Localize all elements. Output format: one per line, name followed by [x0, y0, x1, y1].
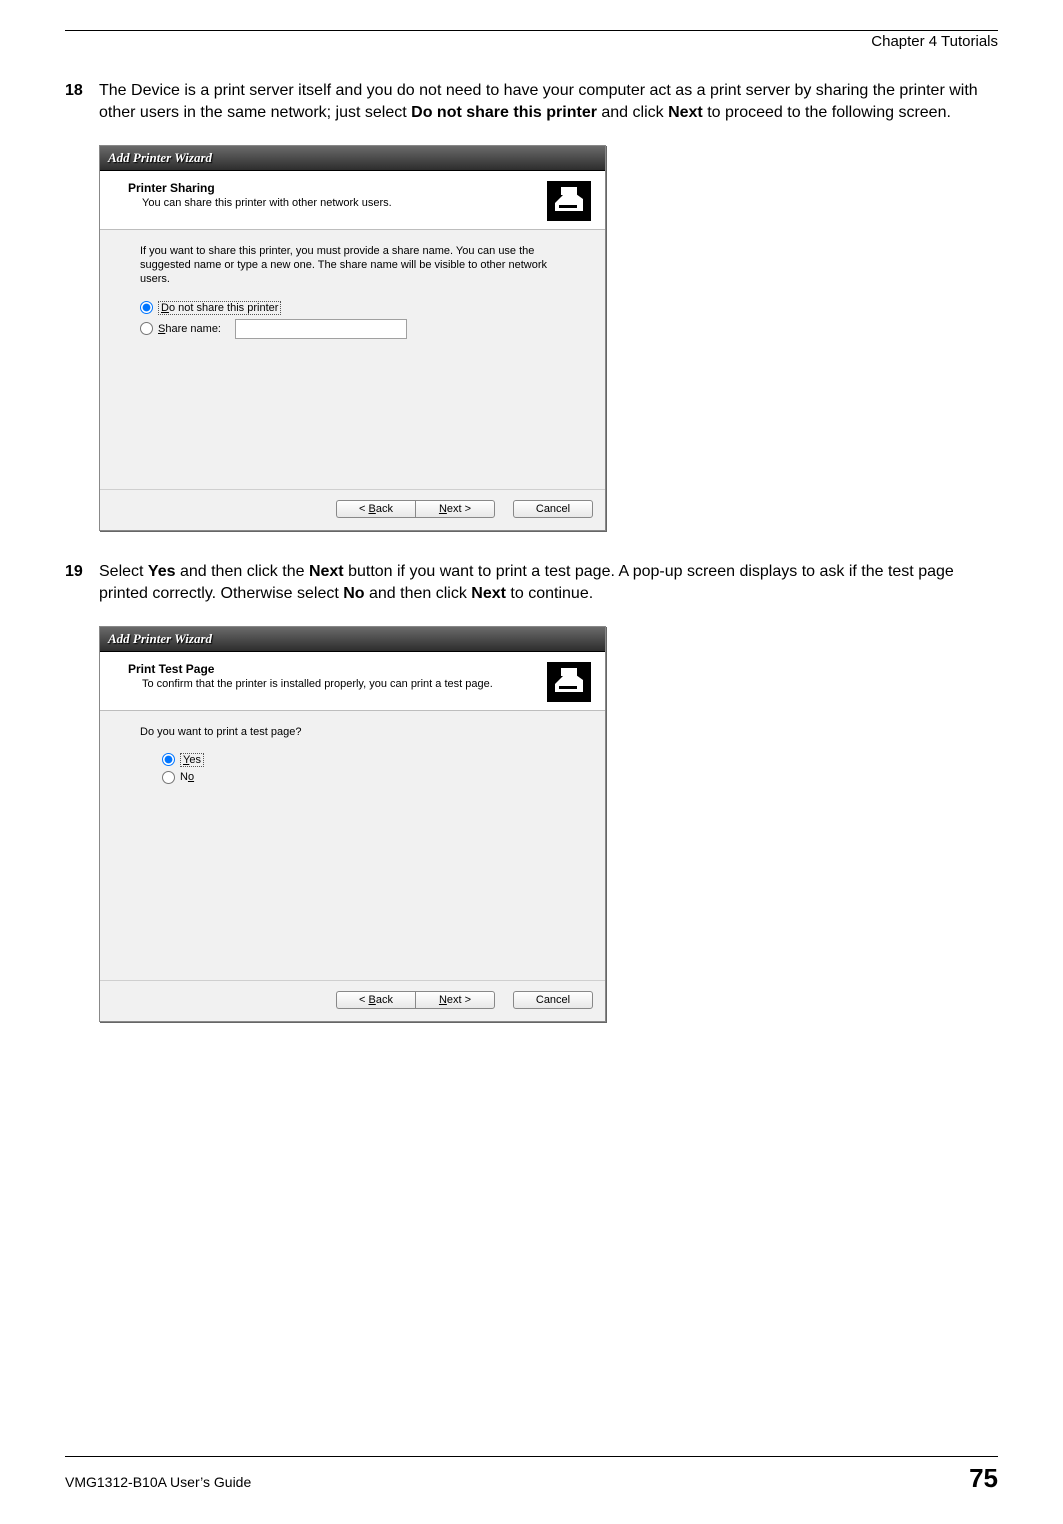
wizard2-footer: < Back Next > Cancel: [100, 980, 605, 1021]
wizard2-subheading: To confirm that the printer is installed…: [142, 678, 537, 690]
back-button[interactable]: < Back: [336, 500, 415, 518]
option-yes-label: Yes: [180, 753, 204, 767]
option-do-not-share[interactable]: Do not share this printer: [140, 301, 575, 315]
option-share-name[interactable]: Share name:: [140, 319, 575, 339]
wizard2-body: Do you want to print a test page? Yes No: [100, 711, 605, 980]
step-19: 19 Select Yes and then click the Next bu…: [65, 561, 998, 606]
step-18-text: The Device is a print server itself and …: [99, 80, 998, 125]
wizard1-subheading: You can share this printer with other ne…: [142, 197, 537, 209]
back-button[interactable]: < Back: [336, 991, 415, 1009]
radio-share-name[interactable]: [140, 322, 153, 335]
page-number: 75: [969, 1463, 998, 1494]
footer-rule: [65, 1456, 998, 1457]
step18-post: to proceed to the following screen.: [703, 104, 951, 121]
wizard-print-test-page: Add Printer Wizard Print Test Page To co…: [99, 626, 606, 1022]
printer-icon: [547, 662, 591, 702]
printer-icon: [547, 181, 591, 221]
step-18: 18 The Device is a print server itself a…: [65, 80, 998, 125]
wizard2-heading: Print Test Page: [128, 662, 537, 676]
step-19-number: 19: [65, 561, 99, 606]
step18-bold2: Next: [668, 104, 703, 121]
next-button[interactable]: Next >: [415, 500, 495, 518]
step-19-text: Select Yes and then click the Next butto…: [99, 561, 998, 606]
chapter-label: Chapter 4 Tutorials: [65, 33, 998, 50]
wizard2-header: Print Test Page To confirm that the prin…: [100, 652, 605, 710]
wizard2-titlebar: Add Printer Wizard: [100, 627, 605, 652]
radio-do-not-share[interactable]: [140, 301, 153, 314]
footer-guide-name: VMG1312-B10A User’s Guide: [65, 1474, 251, 1490]
wizard1-header: Printer Sharing You can share this print…: [100, 171, 605, 229]
wizard-printer-sharing: Add Printer Wizard Printer Sharing You c…: [99, 145, 606, 531]
wizard1-titlebar: Add Printer Wizard: [100, 146, 605, 171]
header-rule: [65, 30, 998, 31]
option-no-label: No: [180, 771, 194, 783]
option-do-not-share-label: Do not share this printer: [158, 301, 281, 315]
step18-mid: and click: [597, 104, 668, 121]
radio-no[interactable]: [162, 771, 175, 784]
option-share-name-label: Share name:: [158, 323, 221, 335]
wizard1-heading: Printer Sharing: [128, 181, 537, 195]
cancel-button[interactable]: Cancel: [513, 991, 593, 1009]
step18-bold1: Do not share this printer: [411, 104, 597, 121]
share-name-input[interactable]: [235, 319, 407, 339]
wizard1-footer: < Back Next > Cancel: [100, 489, 605, 530]
cancel-button[interactable]: Cancel: [513, 500, 593, 518]
wizard2-question: Do you want to print a test page?: [140, 725, 575, 739]
step-18-number: 18: [65, 80, 99, 125]
radio-yes[interactable]: [162, 753, 175, 766]
page-footer: VMG1312-B10A User’s Guide 75: [65, 1456, 998, 1494]
option-no[interactable]: No: [162, 771, 575, 784]
wizard1-body-text: If you want to share this printer, you m…: [140, 244, 575, 287]
next-button[interactable]: Next >: [415, 991, 495, 1009]
wizard1-body: If you want to share this printer, you m…: [100, 230, 605, 489]
option-yes[interactable]: Yes: [162, 753, 575, 767]
